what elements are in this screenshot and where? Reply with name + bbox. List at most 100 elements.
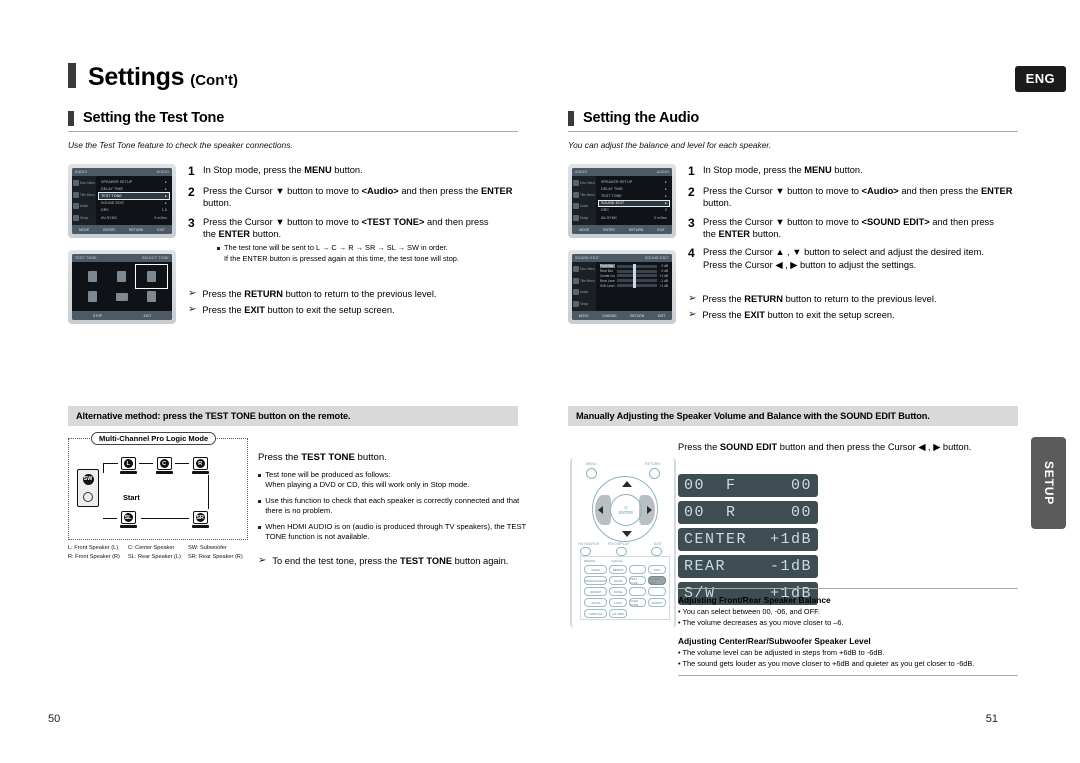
dpad-down-icon[interactable] (622, 531, 632, 537)
remote-key[interactable]: REPEAT (609, 565, 627, 574)
legend-item: SR: Rear Speaker (R) (188, 553, 243, 560)
remote-key[interactable]: SLOW (609, 576, 627, 585)
remote-key-test-tone[interactable]: TEST TONE (628, 576, 647, 585)
dpad-right-icon[interactable] (647, 506, 652, 514)
remote-key[interactable]: ZOOM (584, 598, 608, 607)
dpad-left-icon[interactable] (598, 506, 603, 514)
remote-key[interactable] (628, 587, 647, 596)
remote-key-sound-edit[interactable]: SOUND EDIT (648, 576, 666, 585)
tv-slider-list: Front Bal.0 dB Rear Bal.0 dB Center Leve… (596, 262, 672, 311)
note-line: ➢ Press the RETURN button to return to t… (188, 288, 518, 300)
step-item: 1 In Stop mode, press the MENU button. (688, 164, 1018, 179)
legend-item: L: Front Speaker (L) (68, 545, 119, 551)
setup-side-tab-label: SETUP (1041, 460, 1056, 506)
tv-screenshot-sound-edit: SOUND EDIT SOUND EDIT Disc Menu Title Me… (568, 250, 676, 324)
audio-icon (73, 203, 79, 210)
title-menu-icon (73, 191, 79, 198)
remote-key[interactable]: REPEAT (584, 587, 608, 596)
remote-key[interactable]: PROG/RANDOM (584, 576, 608, 585)
tv-side-label: Disc Menu (580, 180, 596, 185)
bullet-square-icon (217, 247, 220, 251)
arrow-icon: ➢ (688, 293, 697, 305)
remote-key[interactable]: DIGEST (648, 598, 666, 607)
manual-page: Settings (Con't) ENG SETUP Setting the T… (0, 0, 1080, 763)
left-section-rule (68, 131, 518, 132)
tv-side-nav: Disc Menu Title Menu Audio Setup (572, 176, 596, 225)
step-number: 3 (688, 215, 695, 230)
tv-hint: MOVE (79, 227, 90, 232)
tv-screenshot-audio-menu-sound-edit: AUDIO AUDIO Disc Menu Title Menu Audio S… (568, 164, 676, 238)
lcd-center-level: CENTER +1dB (678, 528, 818, 551)
adjust-front-rear-block: Adjusting Front/Rear Speaker Balance • Y… (678, 588, 1018, 628)
remote-key[interactable] (648, 587, 666, 596)
step-text: Press the Cursor ▼ button to move to <SO… (703, 216, 994, 240)
diagram-start-label: Start (123, 493, 140, 502)
lcd-right-value: -1dB (769, 558, 812, 575)
left-section-note: Use the Test Tone feature to check the s… (68, 140, 293, 150)
right-section-rule (568, 131, 1018, 132)
tv-side-label: Audio (80, 204, 89, 209)
tv-top-right-label: SELECT TONE (142, 256, 169, 260)
tv-menu-row: DRC 1.0 (101, 208, 167, 213)
page-title: Settings (Con't) (68, 60, 238, 92)
lcd-front-balance: 00 F 00 (678, 474, 818, 497)
tv-top-left-label: AUDIO (575, 170, 588, 174)
tv-side-nav: Disc Menu Title Menu Audio Setup (72, 176, 96, 225)
tv-side-item: Audio (572, 289, 596, 296)
remote-key[interactable]: EZ VIEW (609, 609, 627, 618)
speaker-r-graphic: R (191, 457, 209, 474)
setup-icon (573, 215, 579, 222)
right-steps-list: 1 In Stop mode, press the MENU button. 2… (688, 164, 1018, 321)
remote-fm-search-button[interactable] (580, 547, 591, 556)
remote-key[interactable]: SLIDE MODE (628, 598, 647, 607)
remote-exit-button[interactable] (651, 547, 662, 556)
right-section-heading: Setting the Audio (568, 110, 1018, 131)
remote-key[interactable]: MODE (584, 565, 608, 574)
tv-top-right-label: SOUND EDIT (644, 256, 669, 260)
remote-fm-display-button[interactable] (616, 547, 627, 556)
remote-key[interactable]: SUBTITLE (584, 609, 608, 618)
left-section-title: Setting the Test Tone (83, 110, 225, 126)
note-line: ➢ Press the RETURN button to return to t… (688, 293, 1018, 305)
tv-side-label: Disc Menu (80, 180, 96, 185)
alternative-method-area: Multi-Channel Pro Logic Mode SW L C R SL… (68, 432, 526, 588)
tv-top-right-label: AUDIO (656, 170, 669, 174)
remote-exit-label: EXIT (654, 542, 662, 546)
remote-enter-button[interactable]: ◎ ENTER (610, 494, 642, 526)
tv-side-label: Title Menu (580, 278, 595, 283)
divider (678, 588, 1018, 589)
remote-enter-label: ENTER (618, 510, 634, 515)
left-steps-list: 1 In Stop mode, press the MENU button. 2… (188, 164, 518, 317)
remote-fm-display-label: FM DISPLAY (608, 542, 630, 546)
remote-return-button[interactable] (649, 468, 660, 479)
remote-dpad[interactable]: ◎ ENTER (592, 476, 658, 542)
legend-item: SL: Rear Speaker (L) (128, 553, 181, 560)
right-tv-screenshots: AUDIO AUDIO Disc Menu Title Menu Audio S… (568, 164, 676, 332)
step-item: 3 Press the Cursor ▼ button to move to <… (688, 216, 1018, 241)
step-text: Press the Cursor ▼ button to move to <TE… (203, 216, 489, 240)
adjust-line: • You can select between 00, -06, and OF… (678, 607, 820, 616)
remote-key[interactable]: LOGO (609, 598, 627, 607)
dpad-up-icon[interactable] (622, 481, 632, 487)
remote-key[interactable]: MODE (609, 587, 627, 596)
tv-screenshot-audio-menu: AUDIO AUDIO Disc Menu Title Menu Audio S… (68, 164, 176, 238)
bullet-square-icon (258, 499, 262, 504)
remote-key[interactable]: INFO (648, 565, 666, 574)
tv-side-item: Audio (72, 203, 96, 210)
tv-top-left-label: AUDIO (75, 170, 88, 174)
tv-bottom-bar: STOP EXIT (72, 311, 172, 320)
tv-hint: ENTER (603, 227, 615, 232)
note-text: Press the RETURN button to return to the… (202, 289, 437, 300)
right-band-heading: Manually Adjusting the Speaker Volume an… (568, 406, 1018, 426)
note-text: To end the test tone, press the TEST TON… (272, 555, 509, 566)
alt-bullet: Test tone will be produced as follows: Wh… (258, 470, 528, 491)
tv-side-label: Audio (580, 290, 589, 295)
speaker-c-graphic: C (155, 457, 173, 474)
tv-top-left-label: SOUND EDIT (575, 256, 600, 260)
tv-hint: EXIT (657, 227, 665, 232)
remote-menu-button[interactable] (586, 468, 597, 479)
tv-menu-row: SPEAKER SETUP ▸ (101, 179, 167, 184)
tv-hint: EXIT (657, 313, 666, 318)
note-line: ➢ To end the test tone, press the TEST T… (258, 555, 528, 567)
remote-key[interactable] (628, 565, 647, 574)
